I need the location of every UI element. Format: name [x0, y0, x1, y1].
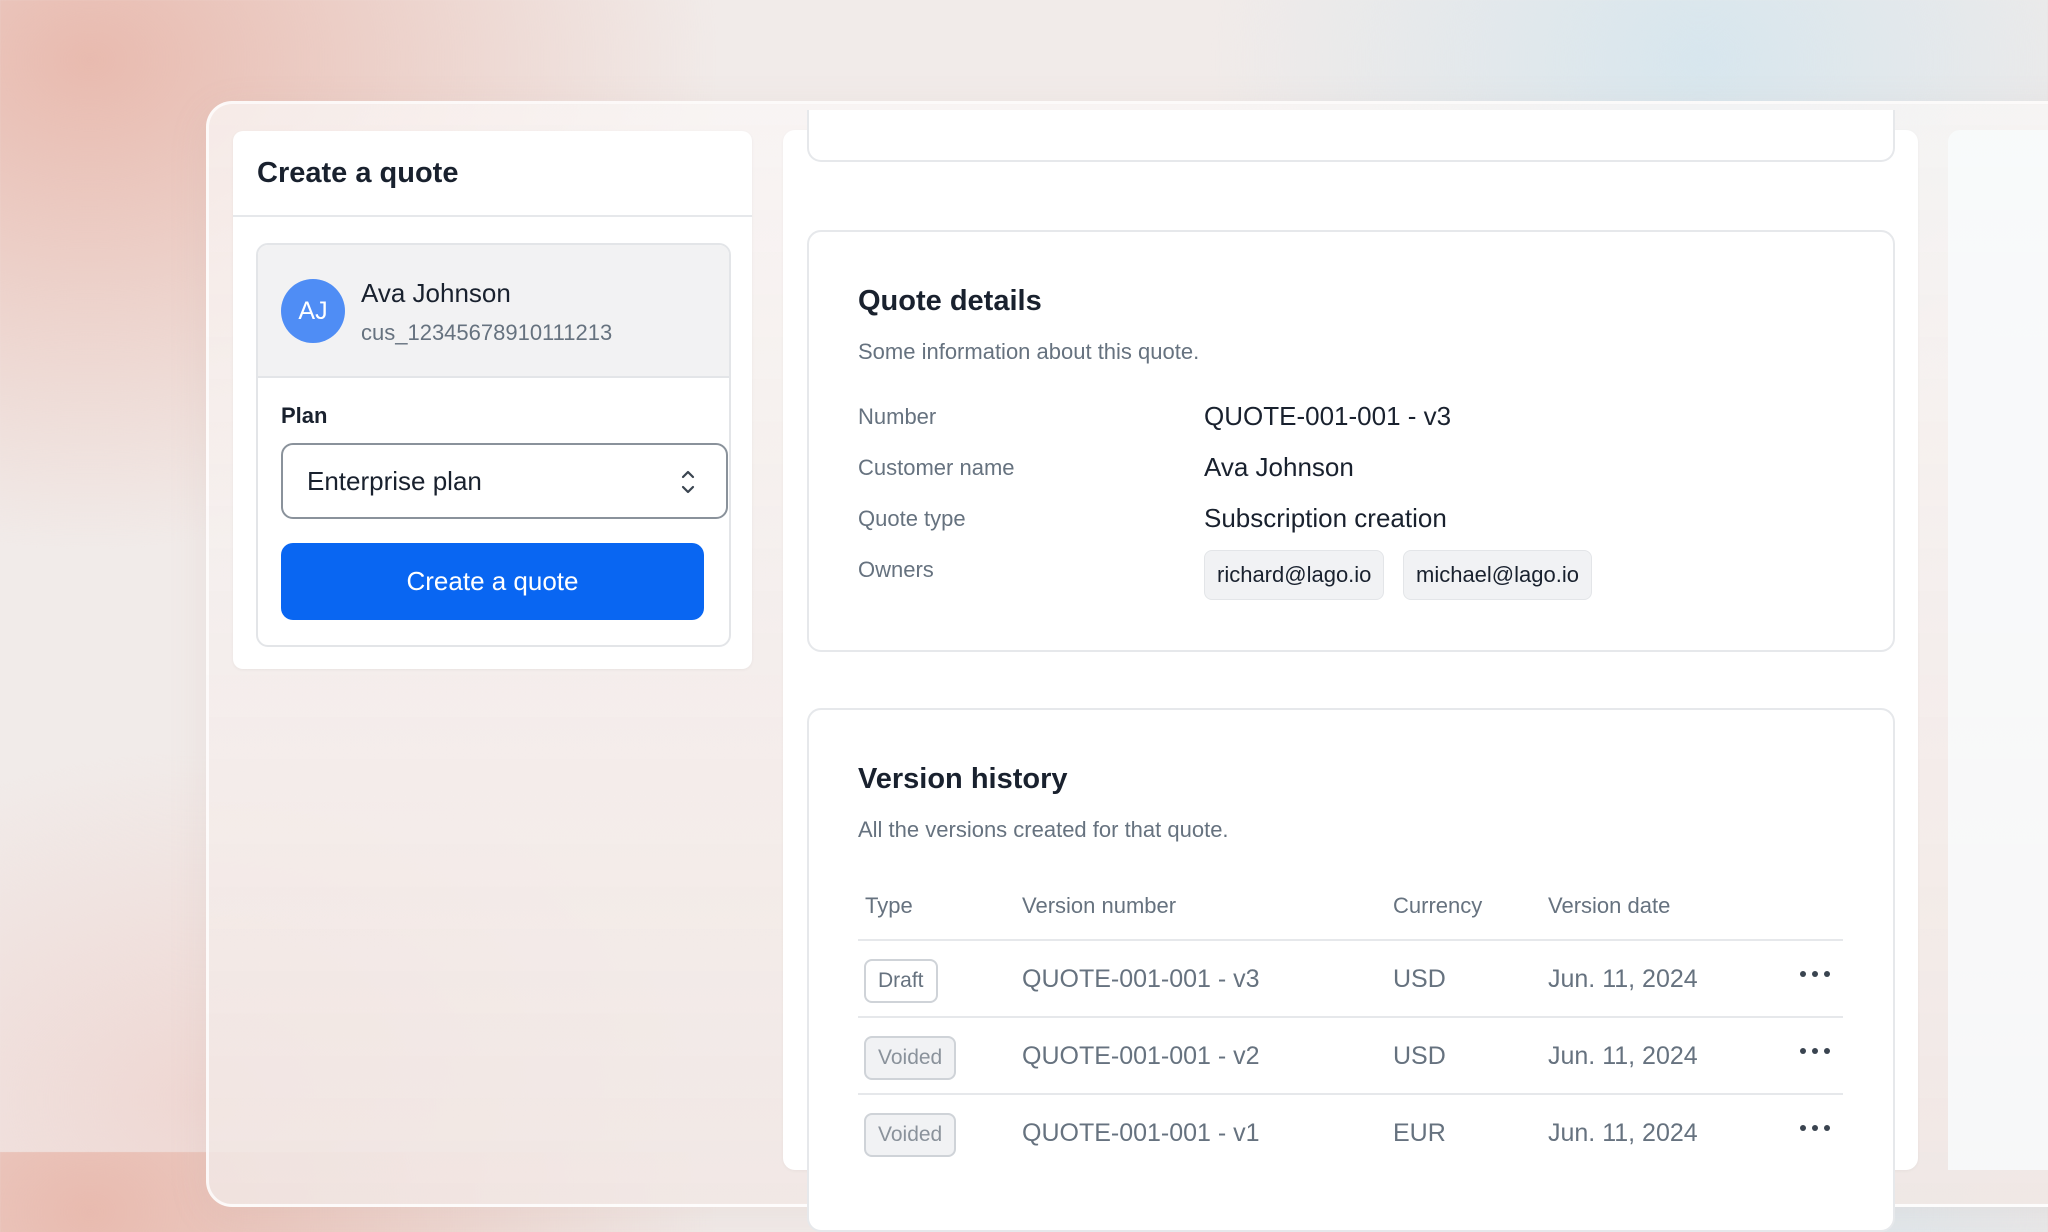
create-quote-header: Create a quote [233, 131, 752, 217]
quote-details-title: Quote details [858, 285, 1042, 317]
status-badge: Voided [864, 1113, 957, 1157]
side-panel-edge [1948, 130, 2048, 1170]
table-row[interactable]: Voided QUOTE-001-001 - v1 EUR Jun. 11, 2… [858, 1093, 1843, 1172]
column-header-version-number: Version number [1022, 893, 1177, 918]
version-history-card: Version history All the versions created… [807, 708, 1895, 1232]
column-header-type: Type [865, 893, 913, 918]
number-label: Number [858, 404, 937, 429]
more-horizontal-icon[interactable] [1798, 967, 1832, 987]
quote-details-card: Quote details Some information about thi… [807, 230, 1895, 652]
column-header-version-date: Version date [1548, 893, 1671, 918]
owner-chip: richard@lago.io [1204, 550, 1385, 600]
customer-name-label: Customer name [858, 455, 1015, 480]
create-quote-form: AJ Ava Johnson cus_12345678910111213 Pla… [256, 243, 731, 647]
version-date-cell: Jun. 11, 2024 [1548, 1119, 1698, 1147]
status-badge: Draft [864, 959, 938, 1003]
table-row[interactable]: Voided QUOTE-001-001 - v2 USD Jun. 11, 2… [858, 1016, 1843, 1095]
currency-cell: USD [1393, 1042, 1446, 1070]
version-number-cell: QUOTE-001-001 - v2 [1022, 1042, 1260, 1070]
version-date-cell: Jun. 11, 2024 [1548, 965, 1698, 993]
owners-label: Owners [858, 557, 934, 582]
version-number-cell: QUOTE-001-001 - v1 [1022, 1119, 1260, 1147]
column-header-currency: Currency [1393, 893, 1483, 918]
previous-card [807, 110, 1895, 162]
customer-card: AJ Ava Johnson cus_12345678910111213 [258, 245, 729, 378]
quote-type-value: Subscription creation [1204, 503, 1447, 533]
quote-details-subtitle: Some information about this quote. [858, 339, 1200, 364]
avatar: AJ [281, 279, 345, 343]
create-quote-title: Create a quote [257, 156, 459, 189]
status-badge: Voided [864, 1036, 957, 1080]
plan-label: Plan [281, 403, 328, 428]
version-history-title: Version history [858, 763, 1068, 795]
customer-id: cus_12345678910111213 [361, 320, 613, 345]
currency-cell: EUR [1393, 1119, 1446, 1147]
number-value: QUOTE-001-001 - v3 [1204, 401, 1452, 431]
more-horizontal-icon[interactable] [1798, 1121, 1832, 1141]
create-quote-panel: Create a quote AJ Ava Johnson cus_123456… [233, 131, 752, 669]
customer-name: Ava Johnson [361, 278, 511, 308]
version-history-subtitle: All the versions created for that quote. [858, 817, 1229, 842]
quote-type-label: Quote type [858, 506, 966, 531]
more-horizontal-icon[interactable] [1798, 1044, 1832, 1064]
owner-chip: michael@lago.io [1403, 550, 1592, 600]
version-number-cell: QUOTE-001-001 - v3 [1022, 965, 1260, 993]
plan-select-value: Enterprise plan [307, 465, 482, 496]
currency-cell: USD [1393, 965, 1446, 993]
table-row[interactable]: Draft QUOTE-001-001 - v3 USD Jun. 11, 20… [858, 939, 1843, 1018]
create-quote-button[interactable]: Create a quote [281, 543, 704, 620]
chevron-up-down-icon [681, 470, 695, 494]
plan-select[interactable]: Enterprise plan [281, 443, 728, 519]
version-date-cell: Jun. 11, 2024 [1548, 1042, 1698, 1070]
customer-name-value: Ava Johnson [1204, 452, 1354, 482]
quote-main-panel: Quote details Some information about thi… [783, 110, 1918, 1232]
